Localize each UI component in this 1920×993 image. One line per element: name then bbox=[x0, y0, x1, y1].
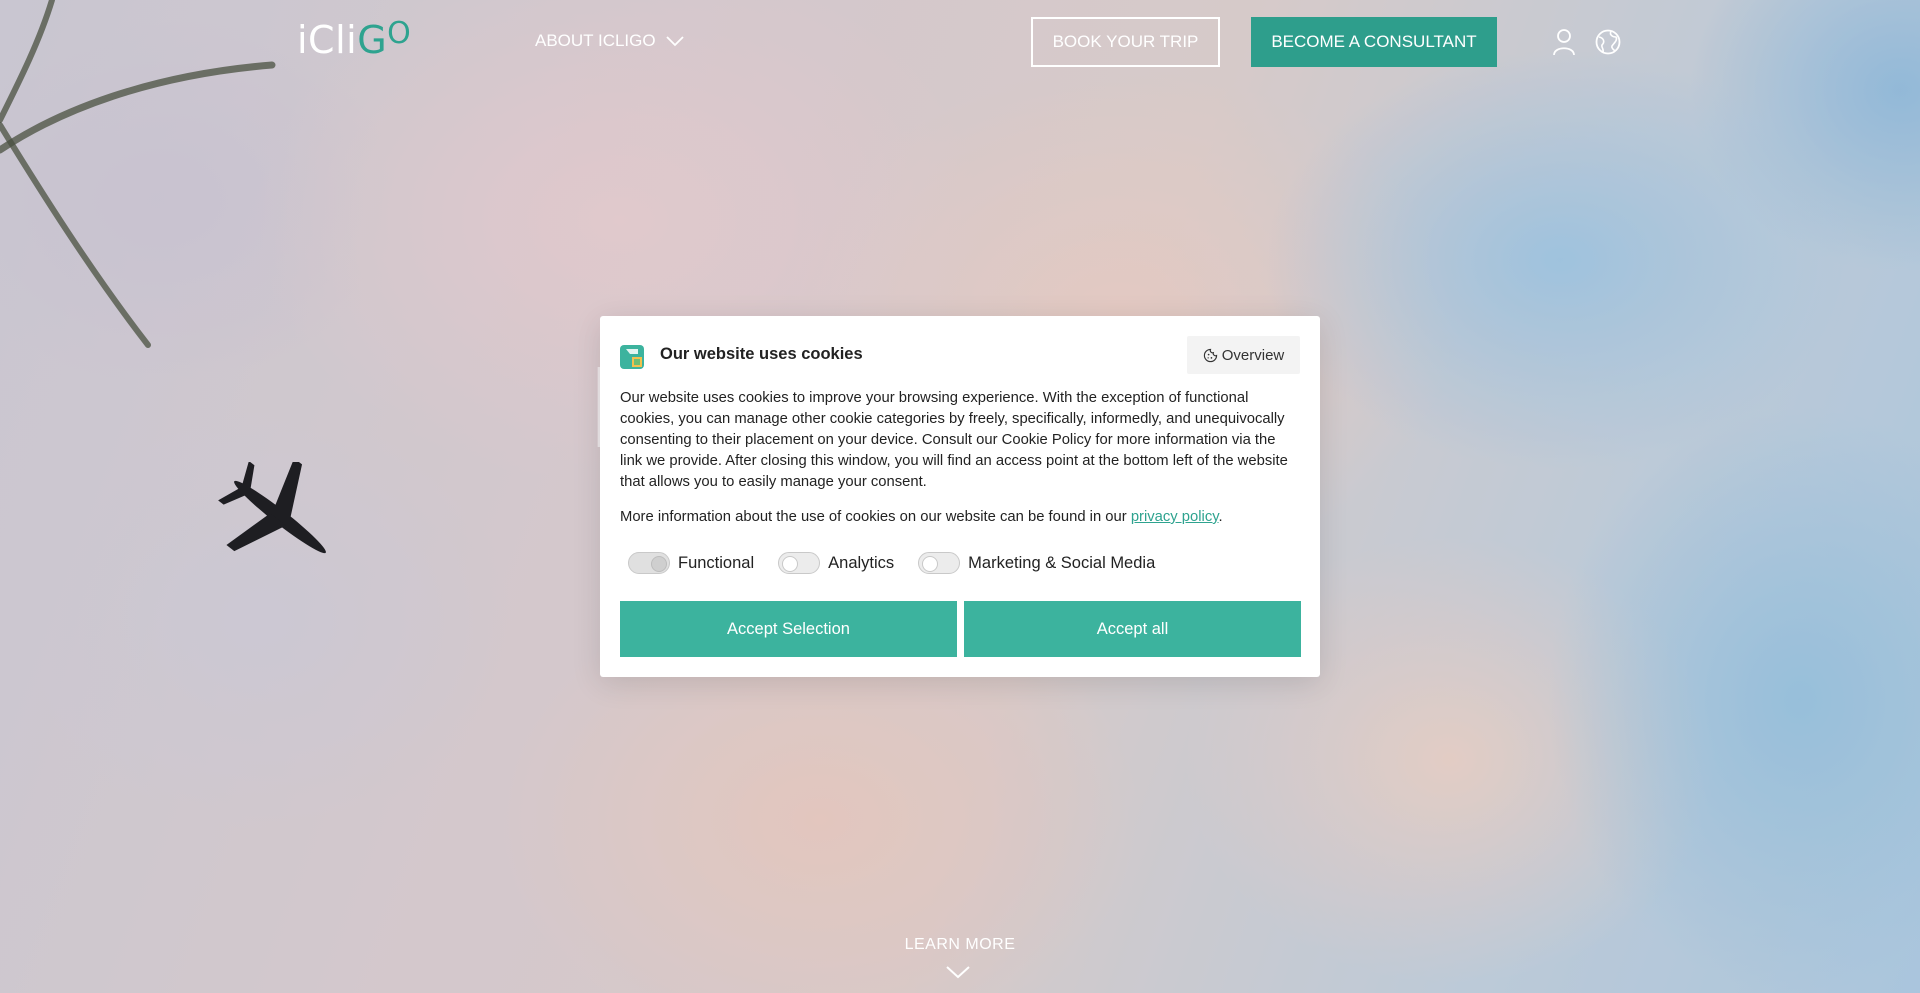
marketing-social-label: Marketing & Social Media bbox=[968, 553, 1156, 572]
privacy-info-suffix: . bbox=[1218, 509, 1223, 525]
logo-text-g: G bbox=[357, 18, 388, 62]
functional-toggle[interactable] bbox=[628, 552, 670, 574]
toggle-group-marketing: Marketing & Social Media bbox=[918, 552, 1155, 574]
overview-button[interactable]: Overview bbox=[1187, 336, 1300, 374]
marketing-social-toggle[interactable] bbox=[918, 552, 961, 574]
cookie-consent-modal: Our website uses cookies Overview Our we… bbox=[600, 316, 1320, 677]
overview-label: Overview bbox=[1221, 346, 1285, 364]
nav-about-label: ABOUT ICLIGO bbox=[535, 31, 656, 50]
analytics-toggle[interactable] bbox=[778, 552, 821, 574]
nav-about-iclig[interactable]: ABOUT ICLIGO bbox=[535, 31, 684, 51]
accept-all-button[interactable]: Accept all bbox=[964, 601, 1301, 657]
iclig-logo[interactable]: iCliGO bbox=[297, 16, 412, 62]
chevron-down-icon[interactable] bbox=[945, 964, 971, 980]
privacy-info-text: More information about the use of cookie… bbox=[620, 507, 1300, 528]
iclig-app-icon bbox=[620, 345, 644, 369]
become-consultant-button[interactable]: BECOME A CONSULTANT bbox=[1251, 17, 1497, 67]
cookie-description: Our website uses cookies to improve your… bbox=[620, 390, 1288, 490]
toggle-group-functional: Functional bbox=[628, 552, 754, 574]
book-trip-button[interactable]: BOOK YOUR TRIP bbox=[1031, 17, 1220, 67]
privacy-policy-link[interactable]: privacy policy bbox=[1131, 509, 1219, 525]
chevron-down-icon bbox=[665, 35, 684, 46]
analytics-label: Analytics bbox=[828, 553, 895, 572]
cookie-category-toggles: Functional Analytics Marketing & Social … bbox=[628, 552, 1179, 574]
toggle-group-analytics: Analytics bbox=[778, 552, 894, 574]
airplane-image bbox=[218, 462, 326, 554]
privacy-info-prefix: More information about the use of cookie… bbox=[620, 509, 1131, 525]
accept-selection-button[interactable]: Accept Selection bbox=[620, 601, 957, 657]
globe-icon[interactable] bbox=[1595, 29, 1621, 55]
logo-text: iCli bbox=[297, 18, 358, 62]
learn-more-link[interactable]: LEARN MORE bbox=[860, 936, 1060, 954]
site-header: iCliGO ABOUT ICLIGO BOOK YOUR TRIP BECOM… bbox=[0, 0, 1920, 84]
modal-title: Our website uses cookies bbox=[660, 345, 863, 363]
cookie-icon bbox=[1203, 348, 1217, 362]
functional-label: Functional bbox=[678, 553, 755, 572]
logo-text-o: O bbox=[387, 16, 412, 51]
user-icon[interactable] bbox=[1552, 28, 1576, 56]
